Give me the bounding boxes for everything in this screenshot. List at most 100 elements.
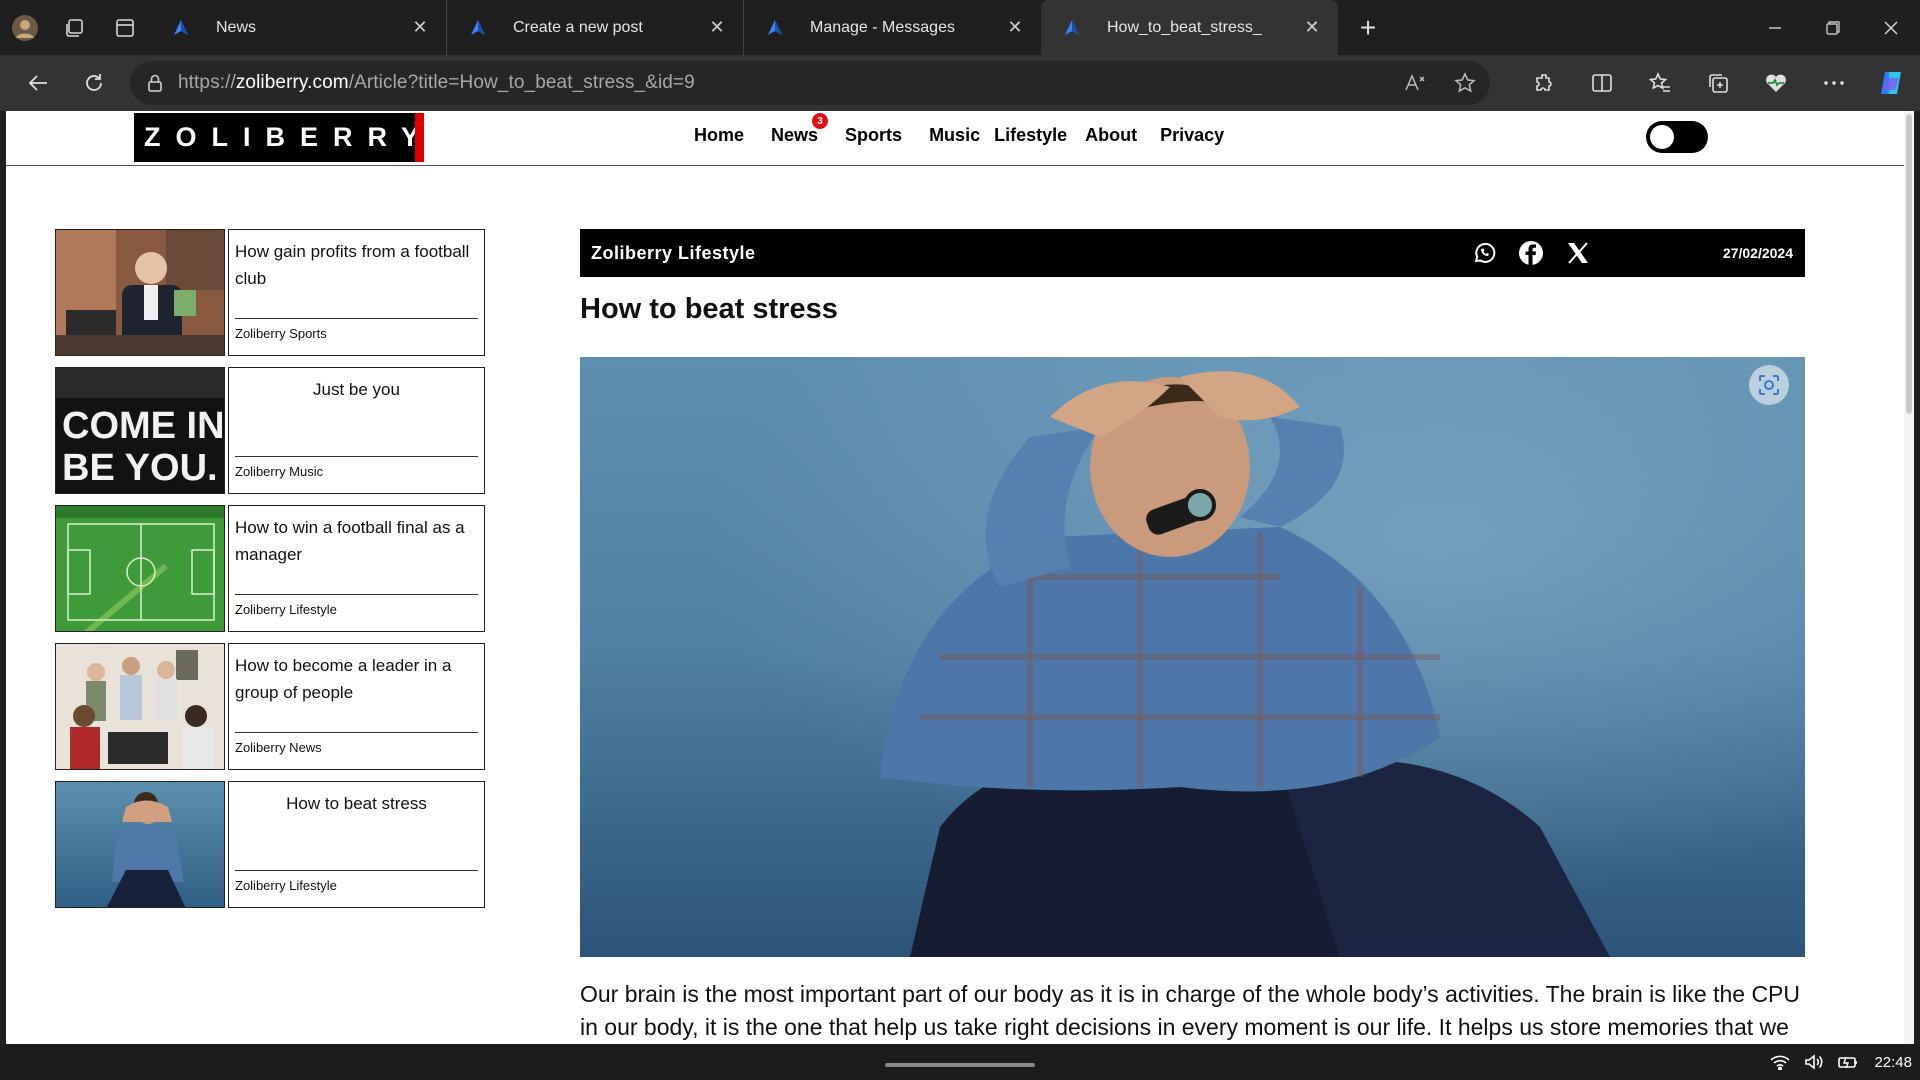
collections-icon[interactable] [1689, 55, 1747, 111]
minimize-icon[interactable] [1746, 0, 1804, 55]
tab-news[interactable]: News ✕ [150, 0, 447, 55]
card-divider [235, 456, 478, 457]
scrollbar-thumb[interactable] [1906, 114, 1912, 414]
sidebar-article-card[interactable]: COME IN. BE YOU. Just be you Zoliberry Mu… [55, 367, 485, 494]
card-category: Zoliberry Music [235, 464, 324, 479]
card-body: How gain profits from a football club Zo… [228, 229, 485, 356]
article-source[interactable]: Zoliberry Lifestyle [591, 243, 756, 264]
card-category: Zoliberry Sports [235, 326, 327, 341]
restore-icon[interactable] [1804, 0, 1862, 55]
refresh-icon[interactable] [66, 55, 122, 111]
nav-home[interactable]: Home [694, 125, 744, 146]
close-window-icon[interactable] [1862, 0, 1920, 55]
card-title[interactable]: How to win a football final as a manager [235, 514, 478, 568]
close-tab-icon[interactable]: ✕ [410, 17, 430, 38]
profile-avatar[interactable] [0, 0, 50, 55]
web-page: ZOLIBERRY Home News 3 Sports Music Lifest… [6, 111, 1904, 1044]
lock-icon[interactable] [146, 73, 164, 93]
workspaces-icon[interactable] [50, 0, 100, 55]
favorites-icon[interactable] [1631, 55, 1689, 111]
article-thumbnail[interactable] [55, 781, 225, 908]
facebook-icon[interactable] [1517, 239, 1545, 267]
article-thumbnail[interactable] [55, 643, 225, 770]
card-body: How to become a leader in a group of peo… [228, 643, 485, 770]
sidebar-article-card[interactable]: How gain profits from a football club Zo… [55, 229, 485, 356]
whatsapp-icon[interactable] [1470, 239, 1498, 267]
wifi-icon[interactable] [1770, 1054, 1791, 1070]
card-divider [235, 732, 478, 733]
site-header: ZOLIBERRY Home News 3 Sports Music Lifest… [6, 111, 1904, 166]
card-title[interactable]: Just be you [235, 376, 478, 403]
article-body: Our brain is the most important part of … [580, 981, 1801, 1040]
nav-news-label: News [771, 125, 819, 145]
nav-privacy[interactable]: Privacy [1160, 125, 1224, 146]
tab-manage-messages[interactable]: Manage - Messages ✕ [744, 0, 1041, 55]
sidebar-article-card[interactable]: How to beat stress Zoliberry Lifestyle [55, 781, 485, 908]
nav-lifestyle[interactable]: Lifestyle [994, 125, 1067, 146]
browser-essentials-icon[interactable] [1747, 55, 1805, 111]
sidebar-article-card[interactable]: How to become a leader in a group of peo… [55, 643, 485, 770]
article-thumbnail[interactable] [55, 229, 225, 356]
share-buttons [1470, 239, 1611, 267]
card-category: Zoliberry Lifestyle [235, 602, 337, 617]
back-icon[interactable] [10, 55, 66, 111]
nav-news[interactable]: News 3 [771, 113, 829, 146]
taskbar: 22:48 [0, 1044, 1920, 1080]
new-tab-button[interactable]: + [1338, 0, 1398, 55]
browser-toolbar: https://zoliberry.com/Article?title=How_… [0, 55, 1920, 111]
close-tab-icon[interactable]: ✕ [707, 17, 727, 38]
svg-text:COME IN.: COME IN. [62, 405, 225, 447]
nav-music[interactable]: Music [929, 125, 980, 146]
card-title[interactable]: How to become a leader in a group of peo… [235, 652, 478, 706]
address-bar[interactable]: https://zoliberry.com/Article?title=How_… [130, 61, 1490, 105]
clock[interactable]: 22:48 [1874, 1054, 1912, 1071]
card-category: Zoliberry Lifestyle [235, 878, 337, 893]
copilot-icon[interactable] [1863, 55, 1920, 111]
extensions-icon[interactable] [1515, 55, 1573, 111]
article-thumbnail[interactable] [55, 505, 225, 632]
tab-how-to-beat-stress[interactable]: How_to_beat_stress_ ✕ [1041, 0, 1338, 55]
favorite-star-icon[interactable] [1440, 72, 1490, 94]
toggle-knob [1650, 125, 1674, 149]
url-text[interactable]: https://zoliberry.com/Article?title=How_… [178, 72, 695, 94]
article-date: 27/02/2024 [1722, 245, 1793, 261]
nav-about[interactable]: About [1085, 125, 1137, 146]
volume-icon[interactable] [1804, 1054, 1824, 1070]
split-screen-icon[interactable] [1573, 55, 1631, 111]
x-twitter-icon[interactable] [1564, 239, 1592, 267]
article-thumbnail[interactable]: COME IN. BE YOU. [55, 367, 225, 494]
site-favicon-icon [1065, 19, 1079, 35]
article-header-bar: Zoliberry Lifestyle 27/02/2024 [580, 229, 1805, 277]
vertical-tabs-icon[interactable] [100, 0, 150, 55]
site-favicon-icon [471, 19, 485, 35]
card-body: How to beat stress Zoliberry Lifestyle [228, 781, 485, 908]
article-hero-image[interactable] [580, 357, 1805, 957]
visual-search-icon[interactable] [1749, 365, 1789, 405]
battery-icon[interactable] [1838, 1054, 1860, 1070]
sidebar-article-card[interactable]: How to win a football final as a manager… [55, 505, 485, 632]
tab-create-post[interactable]: Create a new post ✕ [447, 0, 744, 55]
more-options-icon[interactable] [1805, 55, 1863, 111]
nav-sports[interactable]: Sports [845, 125, 902, 146]
card-body: Just be you Zoliberry Music [228, 367, 485, 494]
read-aloud-icon[interactable] [1390, 73, 1440, 93]
logo-text: ZOLIBERRY [144, 122, 434, 152]
article-title: How to beat stress [580, 293, 838, 325]
logo-accent [415, 113, 424, 162]
main-nav: Home News 3 Sports Music Lifestyle About … [694, 113, 1251, 146]
tab-title: News [216, 18, 257, 36]
browser-tab-bar: News ✕ Create a new post ✕ Manage - Mess… [0, 0, 1920, 55]
news-count-badge: 3 [812, 113, 829, 129]
card-title[interactable]: How gain profits from a football club [235, 238, 478, 292]
site-logo[interactable]: ZOLIBERRY [134, 113, 424, 162]
card-divider [235, 318, 478, 319]
tab-title: Create a new post [513, 18, 643, 36]
card-title[interactable]: How to beat stress [235, 790, 478, 817]
close-tab-icon[interactable]: ✕ [1005, 17, 1025, 38]
tab-title: Manage - Messages [810, 18, 955, 36]
close-tab-icon[interactable]: ✕ [1302, 17, 1322, 38]
card-category: Zoliberry News [235, 740, 322, 755]
taskbar-handle[interactable] [885, 1063, 1035, 1067]
system-tray: 22:48 [1770, 1044, 1920, 1080]
dark-mode-toggle[interactable] [1646, 121, 1708, 153]
